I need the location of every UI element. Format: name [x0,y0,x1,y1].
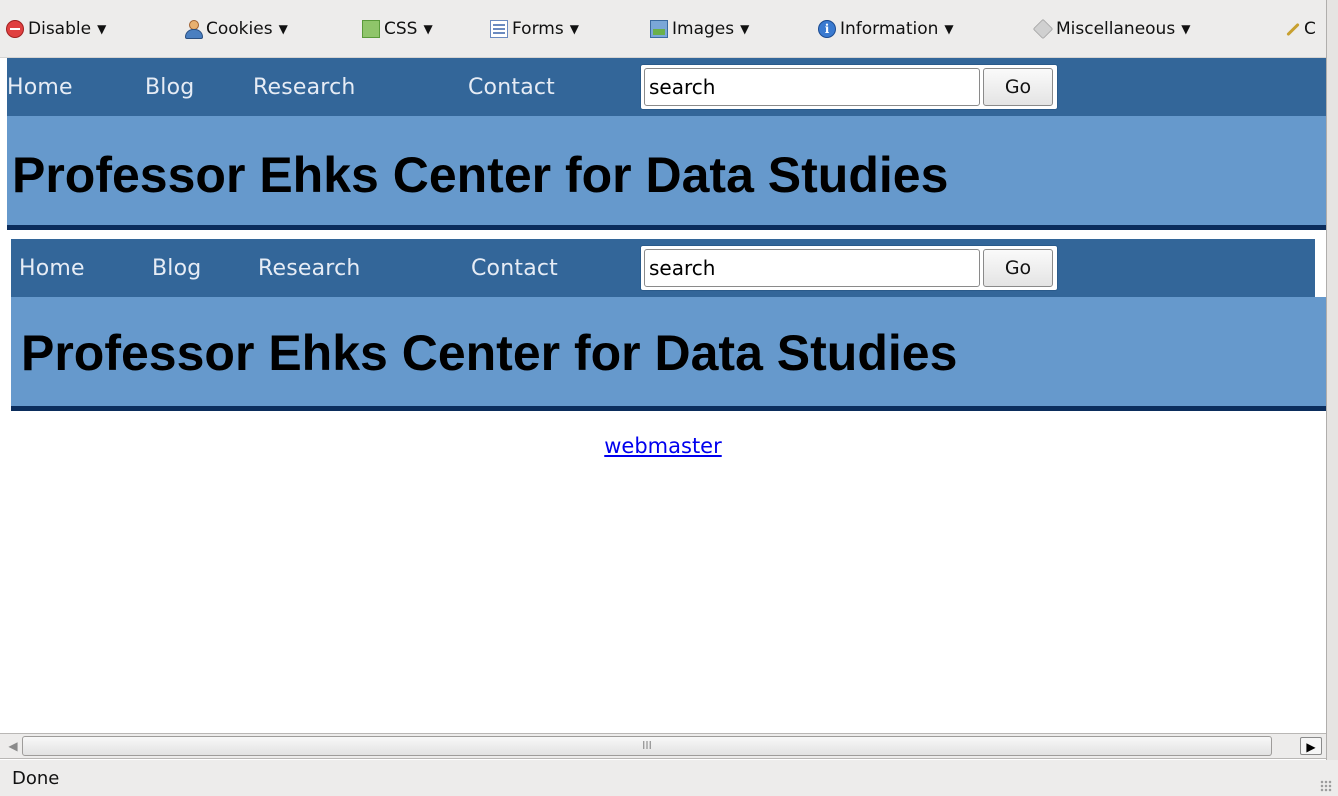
nav-link-research[interactable]: Research [258,256,361,281]
chevron-down-icon: ▼ [740,22,750,36]
horizontal-scroll-thumb[interactable]: III [22,736,1272,756]
site-title: Professor Ehks Center for Data Studies [12,147,949,203]
grip-icon: III [642,739,652,752]
information-menu[interactable]: i Information ▼ [818,14,954,44]
chevron-down-icon: ▼ [1181,22,1191,36]
horizontal-scrollbar[interactable]: ◀ III ▶ [0,733,1326,759]
css-menu[interactable]: CSS ▼ [362,14,433,44]
search-form: Go [640,64,1058,110]
outline-menu[interactable]: C [1282,14,1316,44]
chevron-down-icon: ▼ [569,22,579,36]
search-input[interactable] [644,249,980,287]
information-icon: i [818,20,836,38]
chevron-down-icon: ▼ [278,22,288,36]
status-text: Done [12,768,60,789]
footer: webmaster [0,434,1326,458]
search-form: Go [640,245,1058,291]
miscellaneous-menu-label: Miscellaneous [1056,19,1176,39]
outline-brush-icon [1282,20,1300,38]
cookies-icon [184,20,203,39]
miscellaneous-menu[interactable]: Miscellaneous ▼ [1032,14,1191,44]
search-input[interactable] [644,68,980,106]
nav-link-contact[interactable]: Contact [468,75,555,100]
outline-menu-label: C [1304,19,1316,39]
top-nav-bar-secondary: Home Blog Research Contact Go [11,239,1315,297]
images-icon [650,20,668,38]
forms-menu-label: Forms [512,19,564,39]
forms-menu[interactable]: Forms ▼ [490,14,579,44]
cookies-menu-label: Cookies [206,19,273,39]
chevron-down-icon: ▼ [423,22,433,36]
site-title: Professor Ehks Center for Data Studies [21,325,958,381]
images-menu-label: Images [672,19,735,39]
web-developer-toolbar: Disable ▼ Cookies ▼ CSS ▼ Forms ▼ Images… [0,0,1338,58]
nav-link-home[interactable]: Home [19,256,85,281]
nav-link-home[interactable]: Home [7,75,73,100]
status-bar: Done [0,760,1338,796]
images-menu[interactable]: Images ▼ [650,14,749,44]
scroll-right-arrow-icon[interactable]: ▶ [1300,737,1322,755]
chevron-down-icon: ▼ [97,22,107,36]
disable-menu-label: Disable [28,19,92,39]
disable-menu[interactable]: Disable ▼ [6,14,106,44]
nav-link-blog[interactable]: Blog [152,256,201,281]
disable-icon [6,20,24,38]
top-nav-bar: Home Blog Research Contact Go [7,58,1326,116]
nav-link-contact[interactable]: Contact [471,256,558,281]
information-menu-label: Information [840,19,939,39]
go-button[interactable]: Go [983,249,1053,287]
scroll-left-arrow-icon[interactable]: ◀ [2,737,24,755]
site-banner-secondary: Professor Ehks Center for Data Studies [11,297,1326,411]
nav-link-research[interactable]: Research [253,75,356,100]
webmaster-link[interactable]: webmaster [604,434,721,458]
chevron-down-icon: ▼ [944,22,954,36]
go-button[interactable]: Go [983,68,1053,106]
forms-icon [490,20,508,38]
vertical-scrollbar[interactable] [1326,0,1338,760]
css-icon [362,20,380,38]
site-banner: Professor Ehks Center for Data Studies [7,116,1326,230]
css-menu-label: CSS [384,19,418,39]
nav-link-blog[interactable]: Blog [145,75,194,100]
cookies-menu[interactable]: Cookies ▼ [184,14,288,44]
miscellaneous-icon [1032,18,1054,40]
resize-grip-icon[interactable] [1320,780,1332,792]
